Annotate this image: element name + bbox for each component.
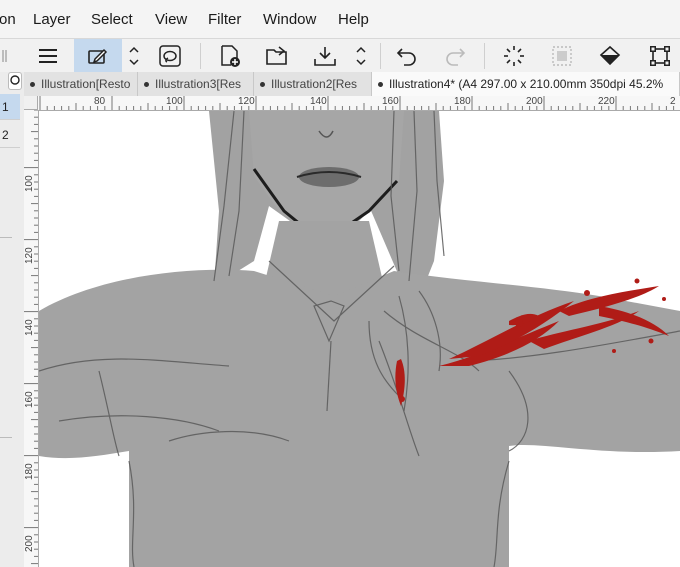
pen-tool-icon[interactable] (74, 39, 122, 73)
torso-shape (39, 269, 680, 567)
unsaved-dot-icon (378, 81, 383, 87)
ruler-label: 80 (94, 96, 106, 107)
menu-item-window[interactable]: Window (263, 11, 316, 28)
menu-item-filter[interactable]: Filter (208, 11, 241, 28)
tab-label: Illustration4* (A4 297.00 x 210.00mm 350… (389, 77, 664, 91)
unsaved-dot-icon (30, 81, 35, 87)
new-file-icon[interactable] (214, 39, 246, 73)
toolbar (0, 38, 680, 73)
ruler-label: 120 (24, 247, 35, 264)
menu-item-select[interactable]: Select (91, 11, 133, 28)
unsaved-dot-icon (144, 81, 149, 87)
ruler-label: 160 (382, 96, 399, 107)
transform-icon[interactable] (644, 39, 676, 73)
fill-icon[interactable] (594, 39, 626, 73)
ruler-label: 200 (526, 96, 543, 107)
ruler-label: 180 (24, 463, 35, 480)
ruler-label: 100 (24, 175, 35, 192)
panel-divider (0, 237, 12, 238)
open-folder-icon[interactable] (260, 39, 294, 73)
menu-bar: on Layer Select View Filter Window Help (0, 0, 680, 38)
document-tabs: Illustration[Resto Illustration3[Res Ill… (24, 72, 680, 97)
select-all-icon[interactable] (546, 39, 578, 73)
ruler-label: 140 (310, 96, 327, 107)
ruler-horizontal: 80 100 120 140 160 180 200 220 2 (38, 96, 680, 111)
loading-spinner-icon[interactable] (498, 39, 530, 73)
menu-item-animation[interactable]: on (0, 11, 16, 28)
tab-label: Illustration3[Res (155, 77, 242, 91)
menu-item-help[interactable]: Help (338, 11, 369, 28)
tab-illustration2[interactable]: Illustration2[Res (254, 72, 372, 96)
panel-divider (0, 437, 12, 438)
ruler-label: 2 (670, 96, 676, 107)
search-icon[interactable] (8, 72, 22, 90)
unsaved-dot-icon (260, 81, 265, 87)
redo-icon[interactable] (440, 39, 470, 73)
artwork (39, 111, 680, 567)
lips (299, 167, 359, 187)
grip-handle-icon[interactable] (0, 39, 10, 73)
ruler-label: 140 (24, 319, 35, 336)
ruler-label: 220 (598, 96, 615, 107)
tab-label: Illustration[Resto (41, 77, 131, 91)
menu-icon[interactable] (30, 39, 66, 73)
chevron-updown-icon[interactable] (124, 39, 144, 73)
ruler-label: 200 (24, 535, 35, 552)
chevron-updown-icon[interactable] (350, 39, 372, 73)
menu-item-layer[interactable]: Layer (33, 11, 71, 28)
ruler-label: 120 (238, 96, 255, 107)
tab-illustration4[interactable]: Illustration4* (A4 297.00 x 210.00mm 350… (372, 72, 680, 96)
menu-item-view[interactable]: View (155, 11, 187, 28)
tab-label: Illustration2[Res (271, 77, 358, 91)
save-icon[interactable] (308, 39, 342, 73)
ruler-label: 180 (454, 96, 471, 107)
ruler-ticks (39, 96, 675, 110)
lasso-icon[interactable] (152, 39, 188, 73)
ruler-vertical: 100 120 140 160 180 200 (24, 110, 39, 567)
panel-tab-2[interactable]: 2 (0, 122, 20, 148)
ruler-label: 100 (166, 96, 183, 107)
panel-tab-1[interactable]: 1 (0, 94, 20, 120)
ruler-label: 160 (24, 391, 35, 408)
drawing-canvas[interactable] (39, 111, 680, 567)
tab-illustration3[interactable]: Illustration3[Res (138, 72, 254, 96)
undo-icon[interactable] (392, 39, 422, 73)
tab-illustration-restore[interactable]: Illustration[Resto (24, 72, 138, 96)
left-panel: 1 2 (0, 72, 25, 567)
ruler-corner (24, 96, 38, 110)
